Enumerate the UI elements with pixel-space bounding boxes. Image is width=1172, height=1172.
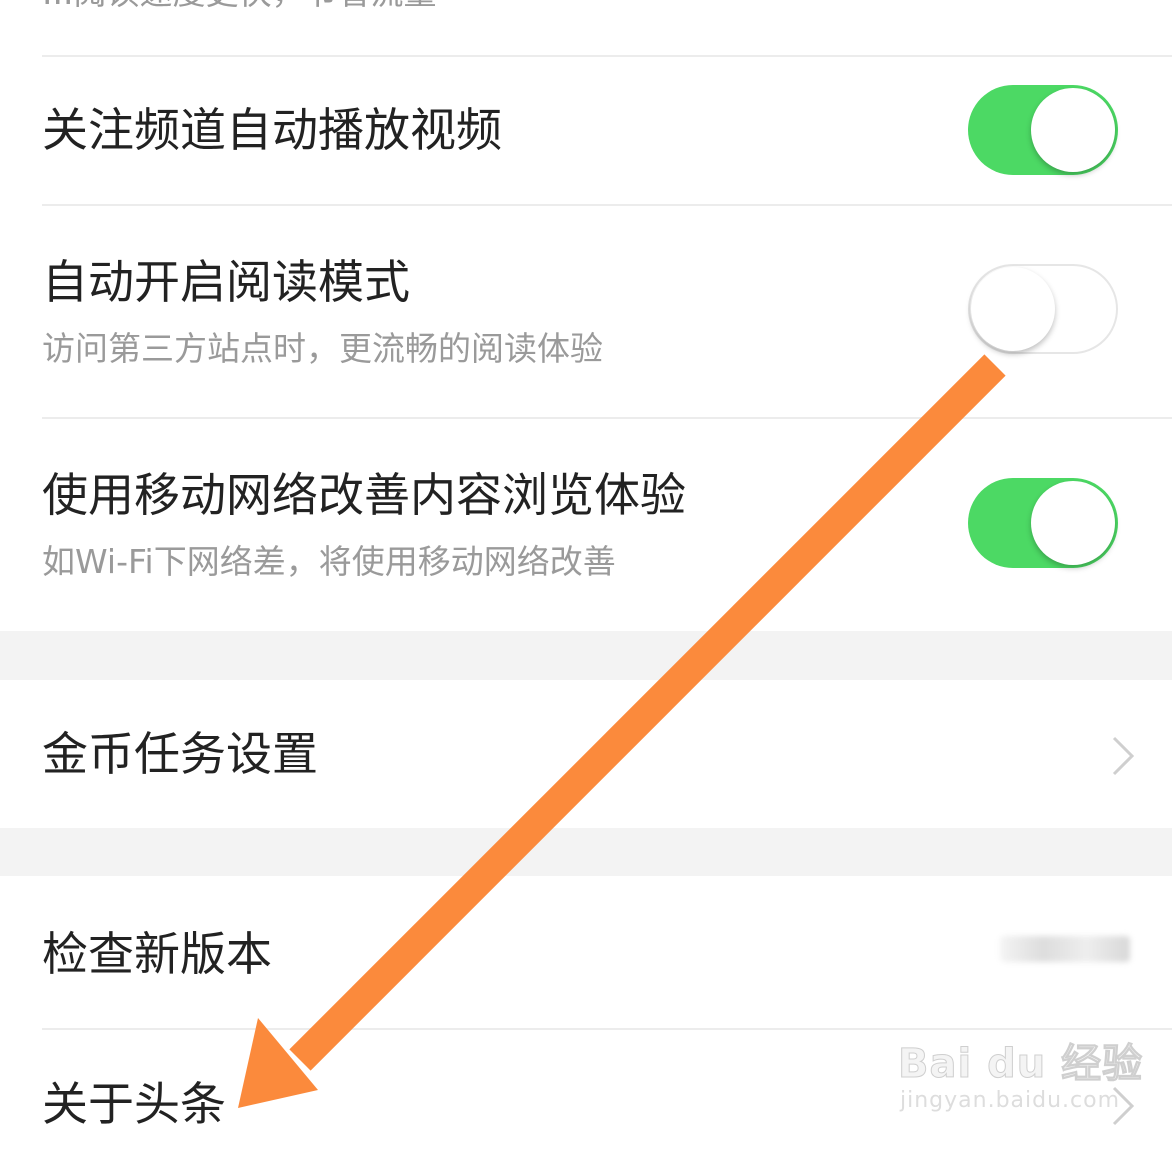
watermark-main: Bai du 经验 [897,1041,1144,1088]
baidu-watermark: Bai du 经验 jingyan.baidu.com [897,1040,1144,1114]
follow-autoplay-toggle[interactable] [968,85,1118,175]
setting-subtitle: 如Wi-Fi下网络差，将使用移动网络改善 [42,542,616,581]
cut-setting-subtitle: ...阅读速度更快，节省流量 [42,0,436,14]
section-gap [0,631,1172,680]
toggle-knob [1031,88,1115,172]
mobile-network-toggle[interactable] [968,478,1118,568]
setting-row-coin-tasks[interactable]: 金币任务设置 [0,680,1172,828]
reader-mode-toggle[interactable] [968,264,1118,354]
watermark-sub: jingyan.baidu.com [900,1088,1121,1113]
section-gap [0,828,1172,876]
setting-row-follow-autoplay[interactable]: 关注频道自动播放视频 [0,57,1172,204]
setting-title: 关于头条 [42,1077,226,1131]
setting-row-reader-mode[interactable]: 自动开启阅读模式 访问第三方站点时，更流畅的阅读体验 [0,206,1172,417]
setting-title: 检查新版本 [42,927,272,981]
setting-subtitle: 访问第三方站点时，更流畅的阅读体验 [42,329,603,368]
version-value-blurred [1000,936,1130,962]
chevron-right-icon [1112,736,1135,776]
setting-title: 关注频道自动播放视频 [42,103,502,157]
setting-row-mobile-network[interactable]: 使用移动网络改善内容浏览体验 如Wi-Fi下网络差，将使用移动网络改善 [0,419,1172,631]
setting-row-check-version[interactable]: 检查新版本 [0,876,1172,1028]
toggle-knob [1031,481,1115,565]
cut-setting-row: ...阅读速度更快，节省流量 [0,0,1172,56]
toggle-knob [971,267,1055,351]
setting-title: 金币任务设置 [42,727,318,781]
setting-title: 使用移动网络改善内容浏览体验 [42,468,686,522]
setting-title: 自动开启阅读模式 [42,255,410,309]
